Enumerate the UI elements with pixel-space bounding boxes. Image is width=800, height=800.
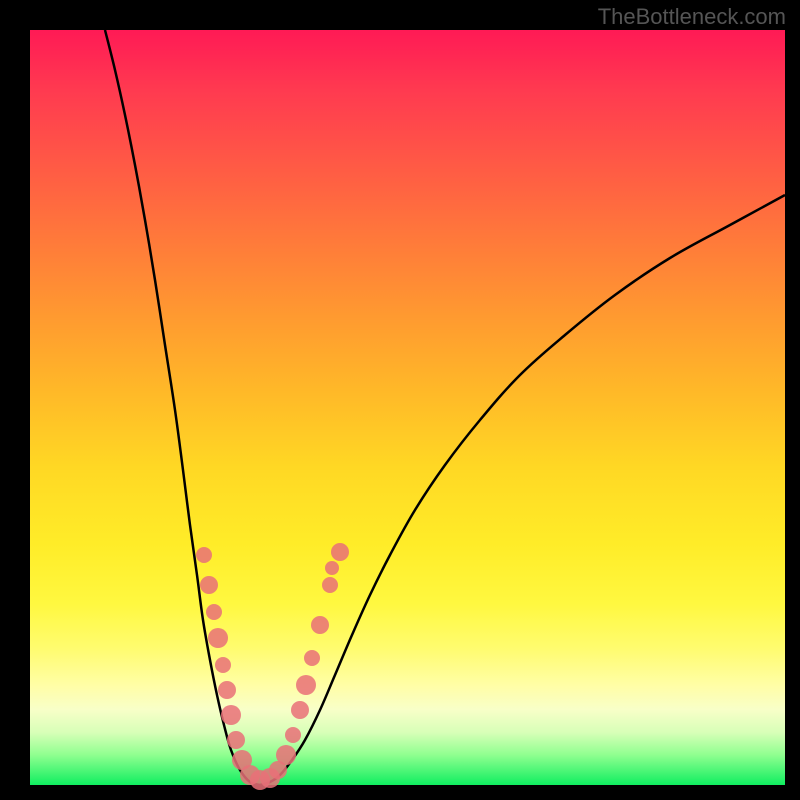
chart-svg: [30, 30, 785, 785]
data-dot: [325, 561, 339, 575]
data-dot: [304, 650, 320, 666]
data-dots-group: [196, 543, 349, 790]
data-dot: [227, 731, 245, 749]
data-dot: [311, 616, 329, 634]
data-dot: [196, 547, 212, 563]
data-dot: [221, 705, 241, 725]
data-dot: [276, 745, 296, 765]
data-dot: [322, 577, 338, 593]
data-dot: [200, 576, 218, 594]
data-dot: [208, 628, 228, 648]
data-dot: [291, 701, 309, 719]
data-dot: [206, 604, 222, 620]
data-dot: [285, 727, 301, 743]
plot-background-gradient: [30, 30, 785, 785]
data-dot: [218, 681, 236, 699]
data-dot: [331, 543, 349, 561]
data-dot: [296, 675, 316, 695]
watermark-text: TheBottleneck.com: [598, 4, 786, 30]
data-dot: [215, 657, 231, 673]
curve-right: [260, 195, 785, 785]
curve-left: [105, 30, 260, 785]
